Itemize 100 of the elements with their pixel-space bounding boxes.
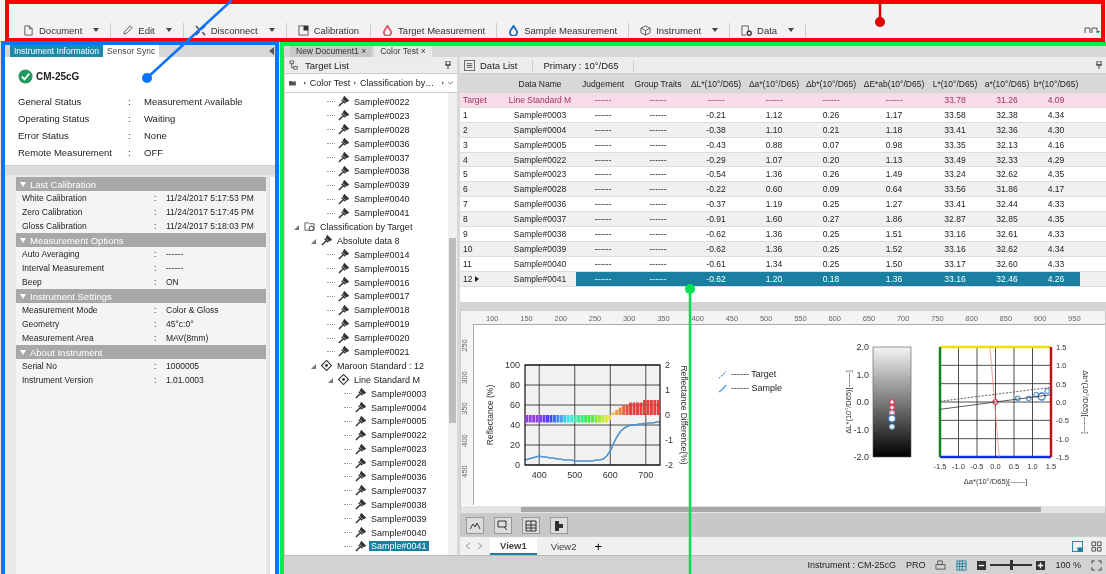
tick-label: 0 bbox=[665, 410, 670, 420]
table-cell: ------ bbox=[649, 273, 667, 284]
tick-label: -2 bbox=[665, 460, 673, 469]
row-index: 6 bbox=[463, 184, 468, 195]
table-cell: -0.37 bbox=[706, 199, 726, 210]
table-cell: 1.20 bbox=[765, 273, 783, 284]
status-value: None bbox=[144, 130, 168, 141]
table-cell: Sample#0028 bbox=[513, 184, 567, 195]
table-cell: 0.25 bbox=[822, 243, 840, 254]
property-value: ------ bbox=[166, 263, 184, 273]
table-cell: 33.78 bbox=[944, 94, 966, 105]
zoom-level: 100 % bbox=[1055, 560, 1081, 570]
property-label: Geometry bbox=[22, 319, 61, 329]
table-cell: 1.18 bbox=[885, 124, 903, 135]
table-cell: 4.16 bbox=[1047, 139, 1065, 150]
table-cell: ------ bbox=[649, 214, 667, 225]
table-cell: ------ bbox=[649, 228, 667, 239]
table-cell: 33.16 bbox=[944, 273, 966, 284]
table-cell: ------ bbox=[649, 124, 667, 135]
section-title: Last Calibration bbox=[30, 178, 96, 190]
table-cell: 32.61 bbox=[996, 228, 1018, 239]
tick-label: 40 bbox=[510, 420, 520, 430]
legend-label: ------ Target bbox=[731, 369, 777, 379]
axis-label: Reflectance Difference(%) bbox=[679, 365, 689, 465]
row-index: 8 bbox=[463, 214, 468, 225]
separator: : bbox=[154, 333, 158, 343]
table-cell: ------ bbox=[594, 169, 612, 180]
table-cell: ------ bbox=[649, 184, 667, 195]
tick-label: 1.0 bbox=[856, 369, 869, 380]
row-index: Target bbox=[463, 94, 487, 105]
table-cell: 1.19 bbox=[765, 199, 783, 210]
separator: : bbox=[154, 207, 158, 217]
table-cell: ------ bbox=[649, 109, 667, 120]
table-cell: 1.36 bbox=[765, 228, 783, 239]
table-cell: ------ bbox=[765, 94, 783, 105]
table-cell: ------ bbox=[594, 154, 612, 165]
panel-title: Data List bbox=[480, 59, 533, 71]
property-label: Auto Averaging bbox=[22, 249, 81, 259]
table-cell: -0.62 bbox=[706, 228, 726, 239]
separator: : bbox=[128, 147, 132, 158]
tick-label: 500 bbox=[567, 470, 583, 480]
table-cell: 0.27 bbox=[822, 214, 840, 225]
property-label: Gloss Calibration bbox=[22, 221, 88, 231]
table-cell: ------ bbox=[594, 199, 612, 210]
table-cell: 1.51 bbox=[885, 228, 903, 239]
table-cell: ------ bbox=[649, 258, 667, 269]
table-cell: 4.35 bbox=[1047, 169, 1065, 180]
table-cell: 4.29 bbox=[1047, 154, 1065, 165]
separator: : bbox=[128, 96, 132, 107]
tick-label: 1 bbox=[665, 385, 670, 395]
tick-label: -1.0 bbox=[853, 424, 869, 435]
row-index: 7 bbox=[463, 199, 468, 210]
property-value: 45°c:0° bbox=[166, 319, 195, 329]
property-label: Serial No bbox=[22, 361, 58, 371]
table-cell: 4.26 bbox=[1047, 273, 1065, 284]
status-label: Error Status bbox=[18, 130, 70, 141]
row-index: 12 bbox=[463, 273, 473, 284]
table-cell: -0.38 bbox=[706, 124, 726, 135]
table-cell: Line Standard M bbox=[508, 94, 572, 105]
property-value: Color & Gloss bbox=[166, 305, 220, 315]
table-cell: Sample#0040 bbox=[513, 258, 567, 269]
table-cell: -0.62 bbox=[706, 273, 726, 284]
table-cell: 1.17 bbox=[885, 109, 903, 120]
device-name: CM-25cG bbox=[36, 70, 80, 82]
table-cell: 1.86 bbox=[885, 214, 903, 225]
table-cell: 32.36 bbox=[996, 124, 1018, 135]
tick-label: 600 bbox=[602, 470, 618, 480]
table-cell: -0.22 bbox=[706, 184, 726, 195]
table-cell: -0.91 bbox=[706, 214, 726, 225]
property-value: 11/24/2017 5:17:53 PM bbox=[166, 193, 255, 203]
table-cell: 1.27 bbox=[885, 199, 903, 210]
table-cell: 4.33 bbox=[1047, 199, 1065, 210]
tick-label: 700 bbox=[638, 470, 654, 480]
property-label: Measurement Area bbox=[22, 333, 95, 343]
table-cell: 0.21 bbox=[822, 124, 840, 135]
row-index: 11 bbox=[463, 258, 472, 269]
table-cell: ------ bbox=[594, 124, 612, 135]
table-cell: Sample#0023 bbox=[513, 169, 567, 180]
table-cell: 0.64 bbox=[885, 184, 903, 195]
table-cell: 1.50 bbox=[885, 258, 903, 269]
tick-label: 400 bbox=[531, 470, 547, 480]
table-cell: 1.49 bbox=[885, 169, 903, 180]
axis-label: Reflectance (%) bbox=[485, 384, 495, 446]
separator: : bbox=[154, 221, 158, 231]
table-cell: 33.35 bbox=[944, 139, 966, 150]
table-cell: Sample#0004 bbox=[513, 124, 567, 135]
property-label: Zero Calibration bbox=[22, 207, 84, 217]
table-cell: 4.34 bbox=[1047, 109, 1065, 120]
row-index: 4 bbox=[463, 154, 468, 165]
table-cell: 33.17 bbox=[944, 258, 966, 269]
table-cell: ------ bbox=[594, 139, 612, 150]
table-cell: 32.62 bbox=[996, 243, 1018, 254]
tick-label: 2.0 bbox=[856, 342, 869, 352]
table-cell: ------ bbox=[594, 228, 612, 239]
table-cell: ------ bbox=[649, 94, 667, 105]
table-cell: ------ bbox=[594, 258, 612, 269]
separator: : bbox=[154, 193, 158, 203]
property-value: MAV(8mm) bbox=[166, 333, 210, 343]
table-cell: 4.09 bbox=[1047, 94, 1065, 105]
property-label: Beep bbox=[22, 277, 43, 287]
